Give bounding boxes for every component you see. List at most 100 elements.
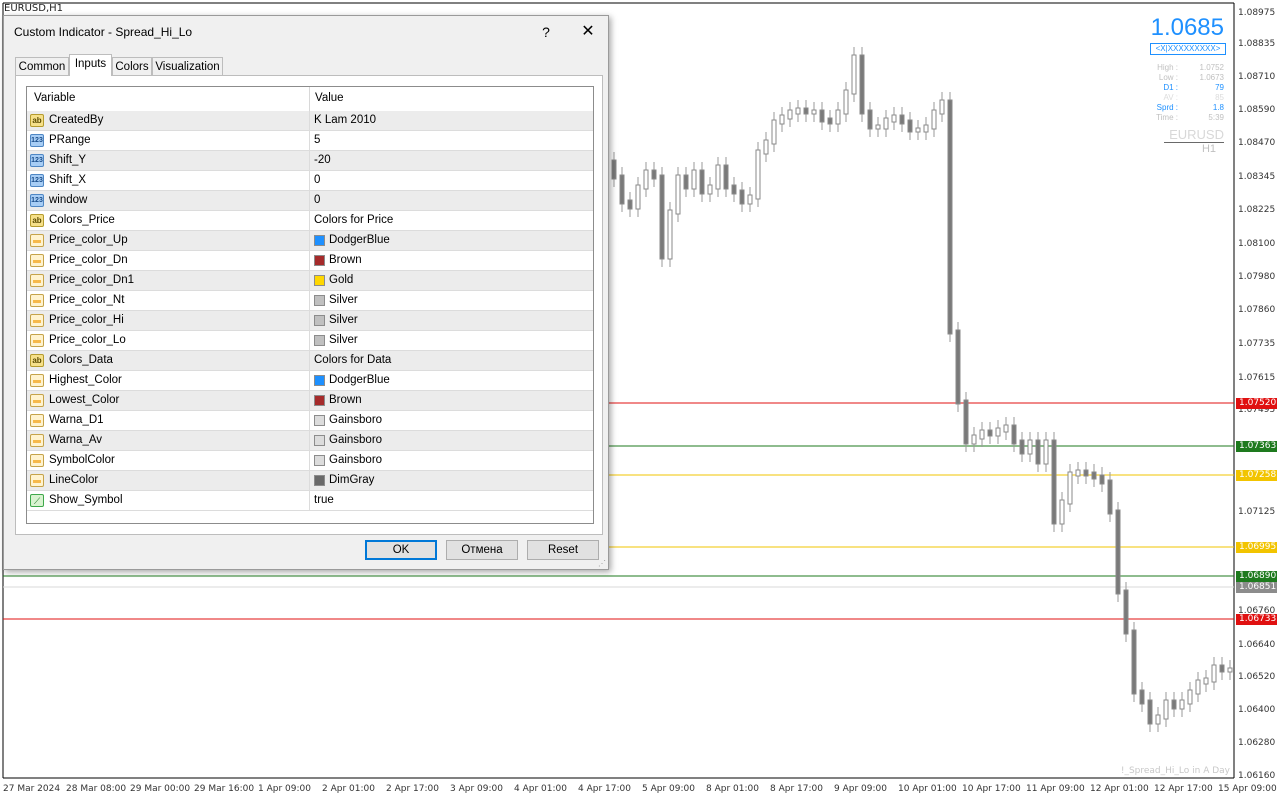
price-axis-label: 1.08100: [1238, 239, 1276, 249]
param-value[interactable]: DodgerBlue: [329, 374, 390, 386]
tab-inputs[interactable]: Inputs: [69, 54, 112, 76]
close-button[interactable]: ✕: [578, 22, 598, 42]
candle-body: [1027, 439, 1033, 455]
price-axis-label: 1.06640: [1238, 640, 1276, 650]
input-row-prange[interactable]: 123 PRange 5: [27, 131, 593, 151]
integer-param-icon: 123: [30, 154, 44, 167]
level-price-tag: 1.07520: [1236, 398, 1277, 409]
input-row-warna-av[interactable]: Warna_Av Gainsboro: [27, 431, 593, 451]
param-value[interactable]: Silver: [329, 314, 358, 326]
param-value[interactable]: Gainsboro: [329, 414, 382, 426]
input-row-shift-x[interactable]: 123 Shift_X 0: [27, 171, 593, 191]
param-value[interactable]: -20: [314, 154, 331, 166]
color-param-icon: [30, 314, 44, 327]
input-row-lowest-color[interactable]: Lowest_Color Brown: [27, 391, 593, 411]
resize-grip-icon[interactable]: ⋰: [598, 559, 606, 568]
param-name: Price_color_Lo: [49, 334, 126, 346]
param-value[interactable]: DimGray: [329, 474, 374, 486]
param-value[interactable]: Silver: [329, 334, 358, 346]
level-price-tag: 1.06851: [1236, 582, 1277, 593]
input-row-show-symbol[interactable]: ⟋ Show_Symbol true: [27, 491, 593, 511]
color-swatch[interactable]: [314, 455, 325, 466]
param-name: Shift_X: [49, 174, 87, 186]
info-key: D1 :: [1163, 83, 1178, 92]
column-variable[interactable]: Variable: [34, 92, 75, 104]
price-axis-label: 1.07980: [1238, 272, 1276, 282]
integer-param-icon: 123: [30, 134, 44, 147]
param-value[interactable]: 5: [314, 134, 320, 146]
param-name: LineColor: [49, 474, 99, 486]
input-row-price-color-nt[interactable]: Price_color_Nt Silver: [27, 291, 593, 311]
string-param-icon: ab: [30, 114, 44, 127]
grid-header: Variable Value: [27, 87, 593, 112]
help-button[interactable]: ?: [536, 22, 556, 42]
param-value[interactable]: DodgerBlue: [329, 234, 390, 246]
param-name: Lowest_Color: [49, 394, 120, 406]
param-value[interactable]: 0: [314, 194, 320, 206]
param-value[interactable]: Gold: [329, 274, 353, 286]
tab-colors[interactable]: Colors: [112, 57, 152, 75]
input-row-price-color-hi[interactable]: Price_color_Hi Silver: [27, 311, 593, 331]
candle-body: [1147, 699, 1153, 725]
column-value[interactable]: Value: [315, 92, 344, 104]
tab-visualization[interactable]: Visualization: [152, 57, 223, 75]
price-axis-label: 1.08470: [1238, 138, 1276, 148]
integer-param-icon: 123: [30, 174, 44, 187]
candle-body: [691, 169, 697, 190]
ok-button[interactable]: OK: [365, 540, 437, 560]
param-value[interactable]: true: [314, 494, 334, 506]
input-row-price-color-lo[interactable]: Price_color_Lo Silver: [27, 331, 593, 351]
input-row-createdby[interactable]: ab CreatedBy K Lam 2010: [27, 111, 593, 131]
color-swatch[interactable]: [314, 235, 325, 246]
param-value[interactable]: Brown: [329, 254, 362, 266]
input-row-warna-d1[interactable]: Warna_D1 Gainsboro: [27, 411, 593, 431]
input-row-window[interactable]: 123 window 0: [27, 191, 593, 211]
candle-body: [1107, 479, 1113, 515]
candle-body: [747, 194, 753, 205]
input-row-price-color-dn1[interactable]: Price_color_Dn1 Gold: [27, 271, 593, 291]
param-value[interactable]: K Lam 2010: [314, 114, 376, 126]
color-swatch[interactable]: [314, 435, 325, 446]
tab-common[interactable]: Common: [15, 57, 69, 75]
param-value[interactable]: Gainsboro: [329, 434, 382, 446]
candle-body: [1043, 439, 1049, 465]
input-row-highest-color[interactable]: Highest_Color DodgerBlue: [27, 371, 593, 391]
color-swatch[interactable]: [314, 315, 325, 326]
param-value[interactable]: 0: [314, 174, 320, 186]
input-row-colors-data[interactable]: ab Colors_Data Colors for Data: [27, 351, 593, 371]
cancel-button[interactable]: Отмена: [446, 540, 518, 560]
color-swatch[interactable]: [314, 395, 325, 406]
time-axis-label: 1 Apr 09:00: [258, 784, 311, 794]
input-row-linecolor[interactable]: LineColor DimGray: [27, 471, 593, 491]
param-value[interactable]: Colors for Data: [314, 354, 391, 366]
color-swatch[interactable]: [314, 415, 325, 426]
dialog-title: Custom Indicator - Spread_Hi_Lo: [14, 25, 193, 39]
candle-body: [1115, 509, 1121, 595]
input-row-symbolcolor[interactable]: SymbolColor Gainsboro: [27, 451, 593, 471]
price-axis-label: 1.06160: [1238, 771, 1276, 781]
price-axis-label: 1.06280: [1238, 738, 1276, 748]
input-row-price-color-up[interactable]: Price_color_Up DodgerBlue: [27, 231, 593, 251]
color-swatch[interactable]: [314, 375, 325, 386]
price-axis-label: 1.08590: [1238, 105, 1276, 115]
param-value[interactable]: Silver: [329, 294, 358, 306]
string-param-icon: ab: [30, 214, 44, 227]
color-swatch[interactable]: [314, 335, 325, 346]
param-value[interactable]: Colors for Price: [314, 214, 393, 226]
color-swatch[interactable]: [314, 475, 325, 486]
param-name: Price_color_Dn1: [49, 274, 135, 286]
time-axis-label: 11 Apr 09:00: [1026, 784, 1085, 794]
input-row-price-color-dn[interactable]: Price_color_Dn Brown: [27, 251, 593, 271]
candle-body: [843, 89, 849, 115]
color-swatch[interactable]: [314, 255, 325, 266]
input-row-colors-price[interactable]: ab Colors_Price Colors for Price: [27, 211, 593, 231]
param-value[interactable]: Gainsboro: [329, 454, 382, 466]
color-swatch[interactable]: [314, 295, 325, 306]
integer-param-icon: 123: [30, 194, 44, 207]
param-value[interactable]: Brown: [329, 394, 362, 406]
reset-button[interactable]: Reset: [527, 540, 599, 560]
input-row-shift-y[interactable]: 123 Shift_Y -20: [27, 151, 593, 171]
candle-body: [771, 119, 777, 145]
color-swatch[interactable]: [314, 275, 325, 286]
candle-body: [803, 107, 809, 115]
